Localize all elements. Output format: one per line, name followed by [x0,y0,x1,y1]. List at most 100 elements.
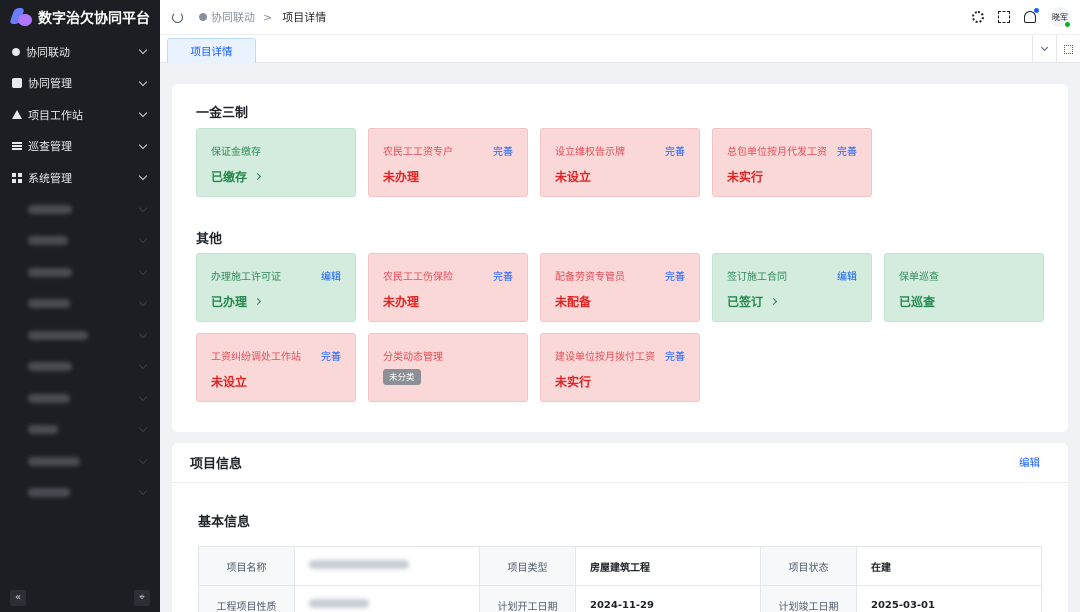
sidebar-item-collab-manage[interactable]: 协同管理 [0,68,160,100]
chevron-down-icon [138,77,148,86]
sidebar: 数字治欠协同平台 协同联动 协同管理 项目工作站 巡查管理 系统管理 « ⌖ [0,0,160,612]
tile-status: 未办理 [383,295,420,309]
chevron-down-icon [138,140,148,149]
tile-status: 已巡查 [899,295,936,309]
field-label: 计划开工日期 [479,585,576,612]
breadcrumb-separator: > [263,10,273,24]
breadcrumb-current: 项目详情 [282,11,327,24]
tile-category-management[interactable]: 分类动态管理 未分类 [368,333,528,402]
sidebar-item-project-station[interactable]: 项目工作站 [0,99,160,131]
chevron-right-icon [253,297,262,306]
settings-icon[interactable] [972,11,984,23]
table-row: 项目名称 项目类型 房屋建筑工程 项目状态 在建 [198,546,1042,586]
field-value-redacted [294,585,480,612]
sidebar-subitem[interactable] [0,194,160,226]
sidebar-subitem[interactable] [0,225,160,257]
bell-icon[interactable] [1024,8,1039,23]
chevron-down-icon [1040,43,1049,52]
breadcrumb-parent[interactable]: 协同联动 [211,9,255,25]
sidebar-subitem[interactable] [0,320,160,352]
tile-status: 已缴存 [211,170,248,184]
tab-project-detail[interactable]: 项目详情 [167,38,256,63]
status-badge: 未分类 [383,369,421,385]
sidebar-subitem[interactable] [0,477,160,509]
tile-name: 农民工工资专户 [383,147,453,158]
tile-name: 签订施工合同 [727,272,787,283]
field-label: 计划竣工日期 [760,585,857,612]
tile-status: 已签订 [727,295,764,309]
table-row: 工程项目性质 计划开工日期 2024-11-29 计划竣工日期 2025-03-… [198,585,1042,612]
tile-action[interactable]: 完善 [321,348,341,363]
collapse-sidebar-icon[interactable]: « [10,590,26,606]
avatar[interactable]: 晓军 [1050,7,1070,27]
tile-injury-insurance[interactable]: 农民工工伤保险 完善 未办理 [368,253,528,322]
chevron-up-icon [138,172,148,181]
sidebar-item-label: 系统管理 [28,171,72,185]
fullscreen-icon[interactable] [998,11,1010,23]
sidebar-subitem[interactable] [0,351,160,383]
tile-owner-monthly-pay[interactable]: 建设单位按月拨付工资 完善 未实行 [540,333,700,402]
sidebar-item-system[interactable]: 系统管理 [0,162,160,194]
tile-wage-account[interactable]: 农民工工资专户 完善 未办理 [368,128,528,197]
tile-action[interactable]: 编辑 [837,268,857,283]
brand[interactable]: 数字治欠协同平台 [0,0,160,36]
sidebar-subitem[interactable] [0,414,160,446]
tile-construction-permit[interactable]: 办理施工许可证 编辑 已办理 [196,253,356,322]
field-label: 项目名称 [198,546,295,586]
section-title: 其他 [196,232,223,247]
tile-status: 未办理 [383,170,420,184]
basic-info-title: 基本信息 [198,515,251,530]
sidebar-item-label: 项目工作站 [28,108,83,122]
focus-icon [1064,44,1073,54]
tile-action[interactable]: 完善 [493,268,513,283]
sidebar-item-inspection[interactable]: 巡查管理 [0,131,160,163]
tile-monthly-wage[interactable]: 总包单位按月代发工资 完善 未实行 [712,128,872,197]
folder-icon [12,78,22,89]
sidebar-subitem[interactable] [0,446,160,478]
field-value: 房屋建筑工程 [575,546,761,586]
tile-name: 设立维权告示牌 [555,147,625,158]
tile-dispute-station[interactable]: 工资纠纷调处工作站 完善 未设立 [196,333,356,402]
tile-name: 总包单位按月代发工资 [727,147,827,158]
tab-fullscreen-button[interactable] [1056,35,1080,63]
tile-deposit[interactable]: 保证金缴存 已缴存 [196,128,356,197]
tile-name: 配备劳资专管员 [555,272,625,283]
user-name: 晓军 [1052,12,1068,22]
tile-labor-manager[interactable]: 配备劳资专管员 完善 未配备 [540,253,700,322]
sidebar-item-label: 协同管理 [28,77,72,91]
sidebar-subitem[interactable] [0,257,160,289]
tab-dropdown-button[interactable] [1032,35,1056,63]
field-value-redacted [294,546,480,586]
tile-action[interactable]: 完善 [837,143,857,158]
tab-bar: 项目详情 [160,35,1080,63]
tile-status: 未配备 [555,295,592,309]
chevron-right-icon [253,172,262,181]
app-title: 数字治欠协同平台 [38,11,150,27]
sidebar-item-collab-linkage[interactable]: 协同联动 [0,36,160,68]
refresh-icon[interactable] [172,11,183,23]
tile-action[interactable]: 完善 [665,268,685,283]
online-status-dot [1065,22,1070,27]
tile-action[interactable]: 编辑 [321,268,341,283]
chevron-right-icon [769,297,778,306]
tile-action[interactable]: 完善 [493,143,513,158]
sidebar-subitem[interactable] [0,288,160,320]
tile-name: 工资纠纷调处工作站 [211,352,301,363]
tile-policy-inspection[interactable]: 保单巡查 已巡查 [884,253,1044,322]
tile-notice-board[interactable]: 设立维权告示牌 完善 未设立 [540,128,700,197]
tile-action[interactable]: 完善 [665,143,685,158]
tile-action[interactable]: 完善 [665,348,685,363]
tile-construction-contract[interactable]: 签订施工合同 编辑 已签订 [712,253,872,322]
edit-button[interactable]: 编辑 [1019,455,1040,470]
tile-status: 未实行 [727,170,764,184]
tile-name: 办理施工许可证 [211,272,281,283]
sidebar-subitem[interactable] [0,383,160,415]
chevron-down-icon [138,46,148,55]
list-icon [12,142,22,151]
field-value: 2025-03-01 [856,585,1042,612]
compliance-card: 一金三制 保证金缴存 已缴存 农民工工资专户 完善 未办理 设立维权告示牌 完善 未… [172,84,1068,432]
pin-icon[interactable]: ⌖ [134,590,150,606]
tile-name: 分类动态管理 [383,352,443,363]
field-label: 项目状态 [760,546,857,586]
tile-status: 已办理 [211,295,248,309]
